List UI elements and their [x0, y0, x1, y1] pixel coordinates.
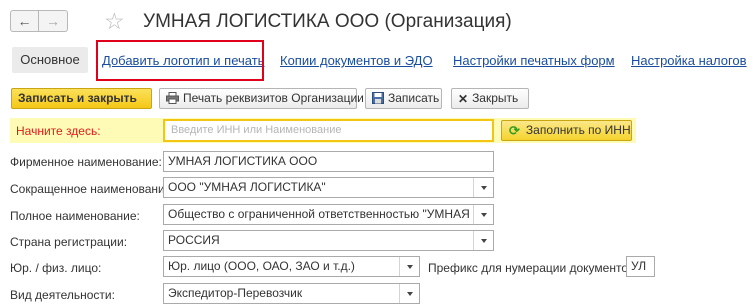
entity-type-select[interactable]: Юр. лицо (ООО, ОАО, ЗАО и т.д.): [163, 256, 420, 277]
prefix-label: Префикс для нумерации документов :: [428, 261, 642, 275]
close-button[interactable]: ✕ Закрыть: [451, 88, 529, 109]
back-button[interactable]: ←: [10, 10, 39, 32]
refresh-icon: ⟳: [509, 123, 520, 138]
chevron-down-icon[interactable]: [473, 178, 493, 197]
forward-button[interactable]: →: [39, 10, 68, 32]
entity-type-label: Юр. / физ. лицо:: [10, 261, 102, 275]
print-details-button[interactable]: Печать реквизитов Организации: [159, 88, 364, 109]
chevron-down-icon[interactable]: [473, 205, 493, 224]
chevron-down-icon[interactable]: [473, 231, 493, 250]
arrow-right-icon: →: [46, 13, 60, 29]
arrow-left-icon: ←: [17, 13, 32, 29]
country-label: Страна регистрации:: [10, 235, 128, 249]
prefix-field[interactable]: УЛ: [626, 256, 655, 277]
tab-main[interactable]: Основное: [12, 47, 88, 73]
firm-name-field[interactable]: УМНАЯ ЛОГИСТИКА ООО: [163, 151, 494, 172]
firm-name-value: УМНАЯ ЛОГИСТИКА ООО: [168, 154, 318, 168]
tab-tax-settings[interactable]: Настройка налогов: [631, 53, 747, 68]
print-details-label: Печать реквизитов Организации: [183, 91, 364, 105]
full-name-field[interactable]: Общество с ограниченной ответственностью…: [163, 204, 494, 225]
close-icon: ✕: [458, 91, 469, 106]
chevron-down-icon[interactable]: [399, 284, 419, 303]
printer-icon: [166, 91, 179, 106]
activity-type-select[interactable]: Экспедитор-Перевозчик: [163, 283, 420, 304]
fill-by-inn-label: Заполнить по ИНН: [525, 123, 631, 137]
country-field[interactable]: РОССИЯ: [163, 230, 494, 251]
fill-by-inn-button[interactable]: ⟳ Заполнить по ИНН: [501, 120, 632, 141]
start-here-label: Начните здесь:: [16, 124, 101, 138]
save-button[interactable]: Записать: [365, 88, 442, 109]
short-name-field[interactable]: ООО "УМНАЯ ЛОГИСТИКА": [163, 177, 494, 198]
firm-name-label: Фирменное наименование:: [10, 155, 162, 169]
short-name-label: Сокращенное наименование:: [10, 182, 175, 196]
short-name-value: ООО "УМНАЯ ЛОГИСТИКА": [168, 180, 326, 194]
highlight-frame: [96, 40, 264, 81]
inn-search-input[interactable]: Введите ИНН или Наименование: [163, 119, 494, 142]
full-name-label: Полное наименование:: [10, 209, 140, 223]
close-label: Закрыть: [472, 91, 519, 105]
favorite-star-icon[interactable]: ☆: [104, 7, 125, 35]
country-value: РОССИЯ: [168, 233, 220, 247]
activity-type-label: Вид деятельности:: [10, 288, 115, 302]
save-label: Записать: [388, 91, 440, 105]
page-title: УМНАЯ ЛОГИСТИКА ООО (Организация): [143, 11, 512, 32]
prefix-value: УЛ: [631, 259, 647, 273]
save-and-close-button[interactable]: Записать и закрыть: [11, 88, 152, 109]
tab-document-copies-edo[interactable]: Копии документов и ЭДО: [280, 53, 433, 68]
full-name-value: Общество с ограниченной ответственностью…: [168, 207, 494, 221]
save-and-close-label: Записать и закрыть: [18, 91, 137, 105]
activity-type-value: Экспедитор-Перевозчик: [168, 286, 303, 300]
entity-type-value: Юр. лицо (ООО, ОАО, ЗАО и т.д.): [168, 259, 355, 273]
floppy-disk-icon: [372, 91, 384, 106]
chevron-down-icon[interactable]: [399, 257, 419, 276]
tab-print-form-settings[interactable]: Настройки печатных форм: [453, 53, 615, 68]
